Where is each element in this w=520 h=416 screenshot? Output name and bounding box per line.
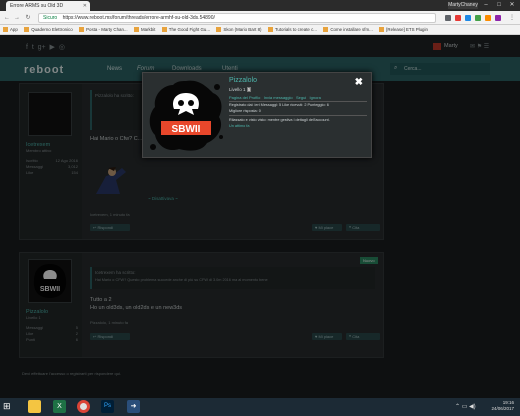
bookmark-item[interactable]: Skon (Mario Bart 8): [216, 27, 261, 32]
popup-links: Pagina del Profilo Invia messaggio Segui…: [229, 95, 321, 100]
star-icon[interactable]: [445, 15, 451, 21]
windows-start-icon[interactable]: ⊞: [3, 401, 13, 411]
popup-status-time[interactable]: Un attimo fa: [229, 124, 249, 128]
app-icon[interactable]: ➜: [127, 400, 140, 413]
back-icon[interactable]: ←: [3, 14, 11, 22]
bookmark-item[interactable]: Posta - Marty Chan...: [79, 27, 128, 32]
ignore-link[interactable]: Ignora: [310, 95, 321, 100]
bookmark-item[interactable]: [Release] ETS Plugin: [379, 27, 428, 32]
splat-logo-icon: SBWII: [149, 80, 223, 151]
tab-close-icon[interactable]: ✕: [83, 3, 87, 9]
extension-icon[interactable]: [465, 15, 471, 21]
tab-title: Errore ARMS su Old 3D: [10, 3, 64, 9]
bookmark-item[interactable]: Tutorials to create c...: [267, 27, 317, 32]
extension-icon[interactable]: [485, 15, 491, 21]
address-bar: ← → ↻ Sicuro https://www.reboot.ms/forum…: [0, 11, 520, 25]
browser-tab[interactable]: Errore ARMS su Old 3D ✕: [6, 1, 90, 11]
bookmark-item[interactable]: App: [3, 27, 18, 32]
divider: [229, 101, 367, 102]
photoshop-icon[interactable]: Ps: [101, 400, 114, 413]
bookmark-item[interactable]: Come installare sfm...: [323, 27, 373, 32]
clock[interactable]: 19:16 24/06/2017: [491, 400, 514, 412]
popup-stats: Migliore risposta: 0: [229, 109, 261, 113]
extension-icon[interactable]: [455, 15, 461, 21]
svg-text:SBWII: SBWII: [172, 124, 201, 135]
minimize-icon[interactable]: –: [480, 1, 492, 9]
extension-icon[interactable]: [475, 15, 481, 21]
popup-level: Livello 1 5: [229, 87, 252, 92]
follow-link[interactable]: Segui: [296, 95, 306, 100]
url-input[interactable]: Sicuro https://www.reboot.ms/forum/threa…: [38, 13, 436, 23]
reload-icon[interactable]: ↻: [24, 14, 32, 22]
member-card-popup: SBWII Pizzalolo Livello 1 5 ✖ Pagina del…: [142, 72, 372, 158]
message-link[interactable]: Invia messaggio: [264, 95, 293, 100]
secure-label: Sicuro: [43, 15, 58, 21]
file-explorer-icon[interactable]: [28, 400, 41, 413]
tray-icons[interactable]: ⌃ ▭ ◀): [455, 403, 476, 410]
menu-icon[interactable]: ⋮: [508, 14, 516, 22]
bookmark-item[interactable]: The Good Fight Gu...: [161, 27, 210, 32]
chrome-user-badge[interactable]: MartyChaney: [448, 2, 478, 9]
divider: [229, 115, 367, 116]
url-text: https://www.reboot.ms/forum/threads/erro…: [62, 15, 215, 21]
bookmarks-bar: App Quaderno Elettronico Posta - Marty C…: [0, 25, 520, 35]
maximize-icon[interactable]: □: [493, 1, 505, 9]
close-window-icon[interactable]: ✕: [506, 1, 518, 9]
bookmark-item[interactable]: Markbit: [133, 27, 155, 32]
forward-icon[interactable]: →: [13, 14, 21, 22]
excel-icon[interactable]: X: [53, 400, 66, 413]
profile-link[interactable]: Pagina del Profilo: [229, 95, 260, 100]
avatar: SBWII: [147, 77, 225, 155]
extension-icon[interactable]: [495, 15, 501, 21]
close-icon[interactable]: ✖: [355, 77, 363, 88]
popup-stats: Registrato dal: ieri Messaggi: 5 Like ri…: [229, 103, 329, 107]
bookmark-item[interactable]: Quaderno Elettronico: [24, 27, 73, 32]
popup-username[interactable]: Pizzalolo: [229, 77, 257, 84]
popup-status: Rilassato e visto visto: mentre gestiva …: [229, 118, 330, 122]
chrome-icon[interactable]: [77, 400, 90, 413]
